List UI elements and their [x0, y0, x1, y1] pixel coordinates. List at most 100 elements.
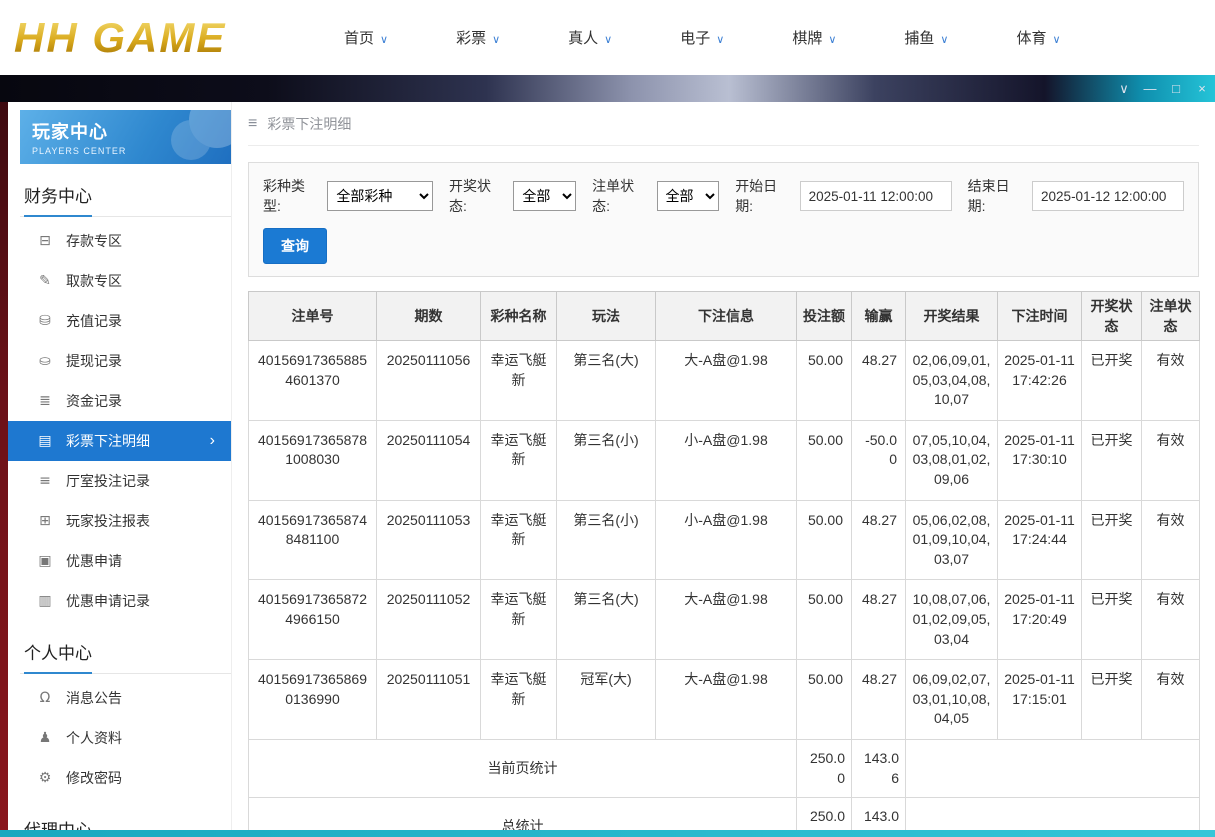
nav-item-lottery[interactable]: 彩票 ∨	[456, 27, 500, 48]
user-icon: ♟	[38, 730, 52, 746]
sidebar-item-label: 提现记录	[66, 353, 122, 369]
sidebar-item-label: 资金记录	[66, 393, 122, 409]
window-collapse-icon[interactable]: ∨	[1111, 75, 1137, 102]
draw-status-select[interactable]: 全部	[513, 181, 577, 211]
search-button[interactable]: 查询	[263, 228, 327, 264]
sidebar-item-label: 充值记录	[66, 313, 122, 329]
col-bet-info: 下注信息	[655, 291, 797, 341]
sidebar-item-deposit[interactable]: ⊟ 存款专区	[8, 221, 231, 261]
lottery-type-label: 彩种类型:	[263, 178, 305, 214]
main-nav: 首页 ∨ 彩票 ∨ 真人 ∨ 电子 ∨ 棋牌 ∨ 捕鱼 ∨ 体育 ∨	[344, 27, 1061, 48]
nav-item-fishing[interactable]: 捕鱼 ∨	[904, 27, 948, 48]
summary-row-current-page: 当前页统计 250.00 143.06	[248, 738, 1200, 799]
end-date-input[interactable]	[1032, 181, 1185, 211]
col-play: 玩法	[556, 291, 656, 341]
lottery-type-select[interactable]: 全部彩种	[327, 181, 433, 211]
logo: HH GAME	[14, 14, 314, 62]
sidebar-item-funds-record[interactable]: ≣ 资金记录	[8, 381, 231, 421]
withdraw-icon: ✎	[39, 273, 51, 289]
site-header: HH GAME 首页 ∨ 彩票 ∨ 真人 ∨ 电子 ∨ 棋牌 ∨ 捕鱼 ∨ 体育 ∨	[0, 0, 1215, 75]
chevron-down-icon: ∨	[828, 34, 837, 46]
nav-item-cards[interactable]: 棋牌 ∨	[792, 27, 836, 48]
sidebar-item-withdrawal-record[interactable]: ⛀ 提现记录	[8, 341, 231, 381]
window-minimize-icon[interactable]: —	[1137, 75, 1163, 102]
sidebar-title: 玩家中心	[32, 122, 108, 142]
nav-item-live[interactable]: 真人 ∨	[568, 27, 612, 48]
recharge-record-icon: ⛁	[39, 313, 51, 329]
sidebar-item-promo-apply[interactable]: ▣ 优惠申请	[8, 541, 231, 581]
order-status-label: 注单状态:	[592, 178, 635, 214]
sidebar-section-personal: 个人中心	[20, 631, 231, 674]
col-period: 期数	[376, 291, 481, 341]
bet-detail-table: 注单号 期数 彩种名称 玩法 下注信息 投注额 输赢 开奖结果 下注时间 开奖状…	[248, 291, 1200, 837]
chevron-down-icon: ∨	[716, 34, 725, 46]
col-amount: 投注额	[796, 291, 852, 341]
table-row: 401569173658854601370 20250111056 幸运飞艇新 …	[248, 340, 1200, 421]
col-time: 下注时间	[997, 291, 1082, 341]
col-order-no: 注单号	[248, 291, 377, 341]
sidebar-item-change-password[interactable]: ⚙ 修改密码	[8, 758, 231, 798]
app-frame: 玩家中心 PLAYERS CENTER 财务中心 ⊟ 存款专区 ✎ 取款专区 ⛁…	[0, 102, 1215, 837]
chevron-right-icon: ›	[209, 432, 215, 449]
sidebar-item-label: 消息公告	[66, 690, 122, 706]
sidebar-item-promo-record[interactable]: ▥ 优惠申请记录	[8, 581, 231, 621]
page-title: 彩票下注明细	[267, 115, 352, 132]
menu-icon[interactable]: ≡	[248, 115, 257, 133]
start-date-input[interactable]	[799, 181, 952, 211]
table-row: 401569173658748481100 20250111053 幸运飞艇新 …	[248, 499, 1200, 581]
sidebar-item-lottery-bet-detail[interactable]: ▤ 彩票下注明细 ›	[8, 421, 231, 461]
sidebar-item-label: 个人资料	[66, 730, 122, 746]
draw-status-label: 开奖状态:	[449, 178, 491, 214]
col-winloss: 输赢	[851, 291, 906, 341]
sidebar-item-withdraw[interactable]: ✎ 取款专区	[8, 261, 231, 301]
player-bet-report-icon: ⊞	[39, 513, 51, 529]
deposit-icon: ⊟	[39, 233, 51, 249]
chevron-down-icon: ∨	[604, 34, 613, 46]
sidebar-item-label: 优惠申请记录	[66, 593, 150, 609]
sidebar-item-hall-bet-record[interactable]: ≡ 厅室投注记录	[8, 461, 231, 501]
sidebar-item-label: 取款专区	[66, 273, 122, 289]
sidebar-item-label: 厅室投注记录	[66, 473, 150, 489]
sidebar-item-recharge-record[interactable]: ⛁ 充值记录	[8, 301, 231, 341]
table-header-row: 注单号 期数 彩种名称 玩法 下注信息 投注额 输赢 开奖结果 下注时间 开奖状…	[248, 291, 1200, 341]
lottery-bet-detail-icon: ▤	[38, 433, 52, 449]
col-order-status: 注单状态	[1141, 291, 1200, 341]
start-date-label: 开始日期:	[735, 178, 778, 214]
chevron-down-icon: ∨	[940, 34, 949, 46]
withdrawal-record-icon: ⛀	[39, 353, 51, 369]
table-row: 401569173658690136990 20250111051 幸运飞艇新 …	[248, 659, 1200, 740]
sidebar-section-finance: 财务中心	[20, 174, 231, 217]
hall-bet-record-icon: ≡	[39, 473, 51, 489]
bottom-decor-strip	[0, 830, 1215, 837]
sidebar-item-label: 存款专区	[66, 233, 122, 249]
end-date-label: 结束日期:	[967, 178, 1010, 214]
col-result: 开奖结果	[905, 291, 998, 341]
nav-item-home[interactable]: 首页 ∨	[344, 27, 388, 48]
sidebar: 玩家中心 PLAYERS CENTER 财务中心 ⊟ 存款专区 ✎ 取款专区 ⛁…	[8, 102, 232, 837]
nav-item-slots[interactable]: 电子 ∨	[680, 27, 724, 48]
funds-record-icon: ≣	[39, 393, 51, 409]
chevron-down-icon: ∨	[380, 34, 389, 46]
sidebar-item-profile[interactable]: ♟ 个人资料	[8, 718, 231, 758]
promo-apply-icon: ▣	[38, 553, 52, 569]
sidebar-item-player-bet-report[interactable]: ⊞ 玩家投注报表	[8, 501, 231, 541]
sidebar-item-messages[interactable]: Ω 消息公告	[8, 678, 231, 718]
sidebar-subtitle: PLAYERS CENTER	[32, 146, 127, 156]
summary-label: 当前页统计	[248, 738, 797, 799]
table-row: 401569173658724966150 20250111052 幸运飞艇新 …	[248, 579, 1200, 661]
sidebar-item-label: 优惠申请	[66, 553, 122, 569]
window-maximize-icon[interactable]: □	[1163, 75, 1189, 102]
col-draw-status: 开奖状态	[1081, 291, 1142, 341]
sidebar-item-label: 修改密码	[66, 770, 122, 786]
order-status-select[interactable]: 全部	[656, 181, 720, 211]
window-close-icon[interactable]: ×	[1189, 75, 1215, 102]
sidebar-item-label: 彩票下注明细	[66, 433, 150, 449]
gear-icon: ⚙	[38, 770, 52, 786]
nav-item-sports[interactable]: 体育 ∨	[1016, 27, 1060, 48]
left-decor-strip	[0, 102, 8, 837]
main-content: ≡ 彩票下注明细 彩种类型: 全部彩种 开奖状态: 全部 注单状态: 全部 开始…	[232, 102, 1215, 837]
sidebar-item-label: 玩家投注报表	[66, 513, 150, 529]
bell-icon: Ω	[39, 690, 51, 706]
chevron-down-icon: ∨	[1052, 34, 1061, 46]
sidebar-header: 玩家中心 PLAYERS CENTER	[20, 110, 231, 164]
